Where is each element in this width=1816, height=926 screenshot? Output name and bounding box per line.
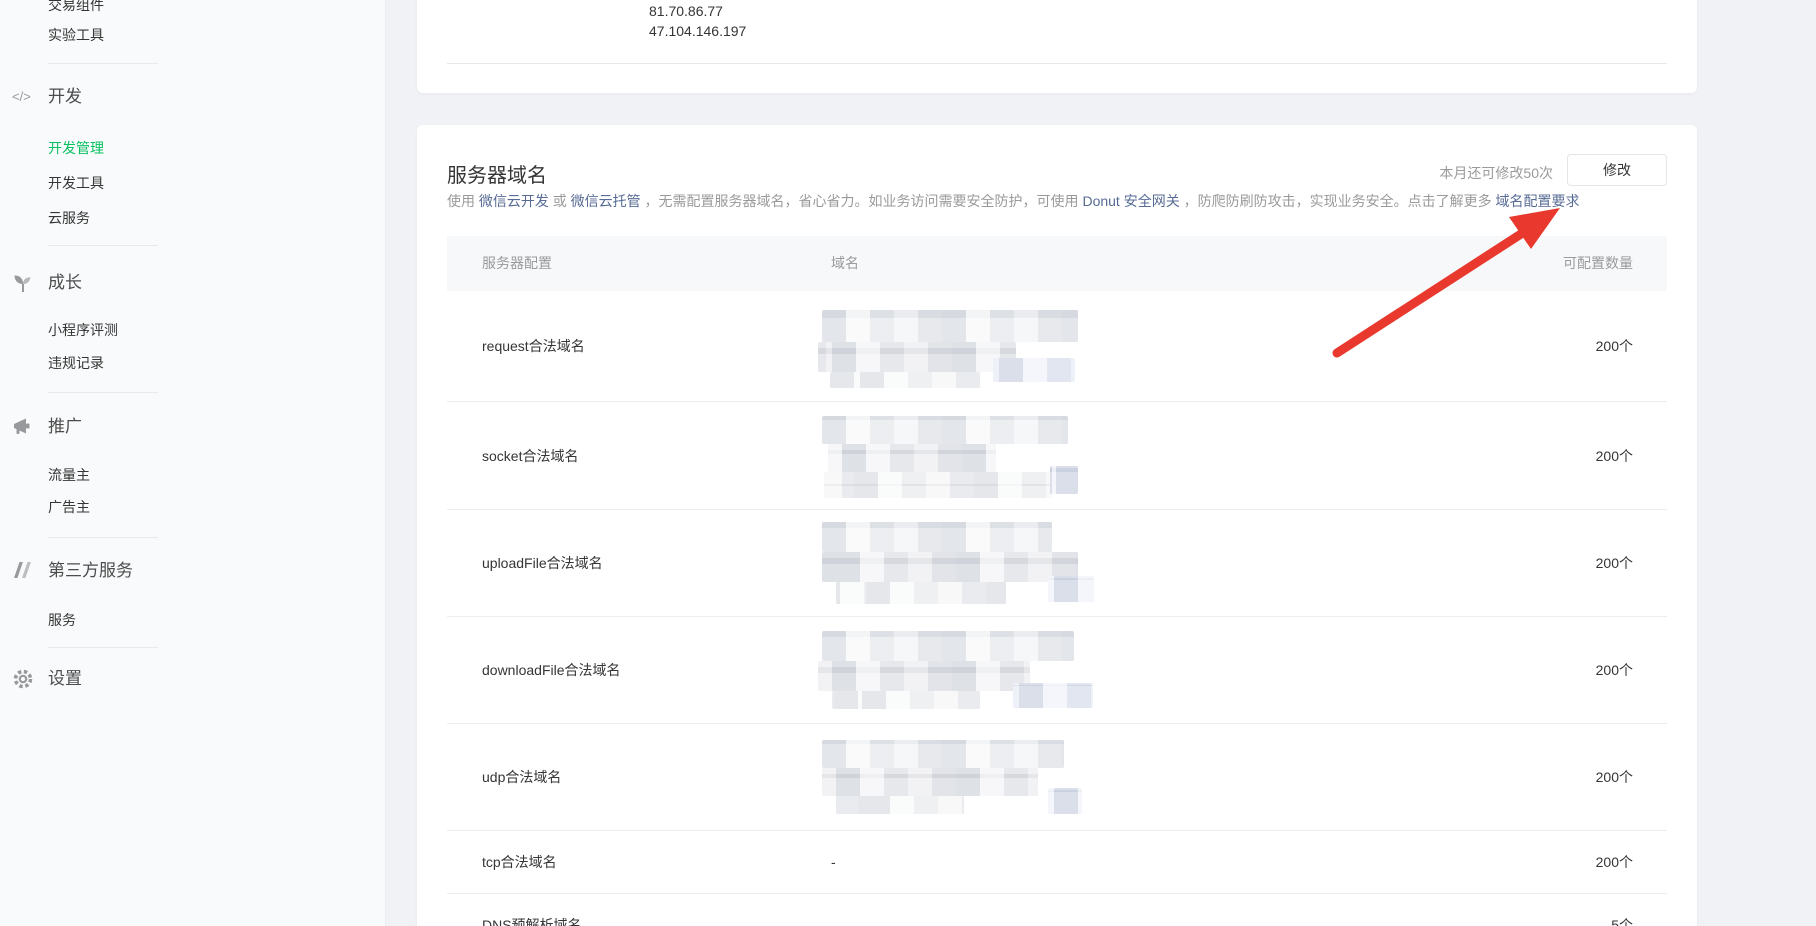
sidebar-section-third-party[interactable]: 第三方服务 <box>48 559 133 583</box>
mosaic-band <box>822 768 1038 796</box>
desc-text: ，无需配置服务器域名，省心省力。如业务访问需要安全防护，可使用 <box>641 193 1083 209</box>
redacted-domain-mosaic <box>822 402 1122 509</box>
sidebar-item-dev-management[interactable]: 开发管理 <box>48 138 104 158</box>
row-config-label: socket合法域名 <box>482 446 578 466</box>
sidebar-section-develop[interactable]: </>开发 <box>48 85 82 109</box>
mosaic-band <box>818 661 1030 691</box>
sidebar-section-settings[interactable]: 设置 <box>48 667 82 691</box>
sidebar-item-advertiser[interactable]: 广告主 <box>48 497 90 517</box>
ip-address: 47.104.146.197 <box>649 21 746 41</box>
mosaic-band <box>822 310 1078 342</box>
redacted-domain-mosaic <box>822 291 1122 401</box>
desc-text: 使用 <box>447 193 479 209</box>
sidebar-section-growth[interactable]: 成长 <box>48 271 82 295</box>
ip-list: 81.70.86.77 47.104.146.197 <box>649 1 746 41</box>
row-count: 200个 <box>1596 553 1633 573</box>
row-count: 200个 <box>1596 852 1633 872</box>
mosaic-band <box>836 796 964 814</box>
link-domain-config-requirements[interactable]: 域名配置要求 <box>1495 193 1579 209</box>
row-config-label: DNS预解析域名 <box>482 915 582 926</box>
table-row: tcp合法域名 200个 - <box>447 831 1667 894</box>
table-row: uploadFile合法域名 200个 <box>447 510 1667 617</box>
sidebar-item-violation-records[interactable]: 违规记录 <box>48 353 104 373</box>
row-count: 200个 <box>1596 767 1633 787</box>
page-title: 服务器域名 <box>447 159 547 188</box>
mosaic-band <box>822 552 1078 582</box>
row-config-label: uploadFile合法域名 <box>482 553 603 573</box>
desc-text: 或 <box>549 193 571 209</box>
mosaic-blue-tile <box>1048 788 1082 814</box>
sidebar-divider <box>48 537 158 538</box>
redacted-domain-mosaic <box>822 617 1122 723</box>
table-body: request合法域名 200个 socket合法域名 200个 uploadF… <box>447 291 1667 926</box>
redacted-domain-mosaic <box>822 510 1122 616</box>
row-count: 200个 <box>1596 446 1633 466</box>
mosaic-band <box>822 631 1074 661</box>
page: 交易组件实验工具 </>开发开发管理开发工具云服务成长小程序评测违规记录推广流量主… <box>0 0 1816 926</box>
table-row: udp合法域名 200个 <box>447 724 1667 831</box>
mosaic-blue-tile <box>993 358 1075 382</box>
mosaic-band <box>824 472 1052 498</box>
mosaic-blue-tile <box>1050 466 1078 494</box>
desc-text: ，防爬防刷防攻击，实现业务安全。点击了解更多 <box>1180 193 1496 209</box>
mosaic-band <box>822 416 1068 444</box>
link-donut-gateway[interactable]: Donut 安全网关 <box>1082 193 1179 209</box>
table-row: DNS预解析域名 5个 <box>447 894 1667 926</box>
mosaic-band <box>836 582 1006 604</box>
sidebar-item-services[interactable]: 服务 <box>48 610 76 630</box>
mosaic-band <box>832 691 980 709</box>
sidebar-item-cloud-services[interactable]: 云服务 <box>48 208 90 228</box>
sidebar-item-experiment-tools[interactable]: 实验工具 <box>48 25 104 45</box>
mosaic-band <box>818 342 1016 372</box>
code-icon: </> <box>12 86 36 108</box>
ip-address: 81.70.86.77 <box>649 1 746 21</box>
modify-button[interactable]: 修改 <box>1567 154 1667 186</box>
table-row: request合法域名 200个 <box>447 291 1667 402</box>
gear-icon <box>12 668 36 690</box>
row-config-label: request合法域名 <box>482 336 585 356</box>
header-domain: 域名 <box>831 236 859 291</box>
mosaic-blue-tile <box>1013 683 1093 708</box>
header-server-config: 服务器配置 <box>482 236 552 291</box>
sidebar-section-promotion[interactable]: 推广 <box>48 415 82 439</box>
sidebar-item-dev-tools[interactable]: 开发工具 <box>48 173 104 193</box>
domain-description: 使用 微信云开发 或 微信云托管 ，无需配置服务器域名，省心省力。如业务访问需要… <box>447 191 1579 211</box>
mosaic-band <box>830 372 980 388</box>
modify-quota-note: 本月还可修改50次 <box>1439 163 1553 183</box>
server-domain-card: 服务器域名 本月还可修改50次 修改 使用 微信云开发 或 微信云托管 ，无需配… <box>417 125 1697 926</box>
row-count: 200个 <box>1596 336 1633 356</box>
table-row: downloadFile合法域名 200个 <box>447 617 1667 724</box>
mosaic-band <box>828 444 996 472</box>
row-config-label: tcp合法域名 <box>482 852 557 872</box>
row-count: 200个 <box>1596 660 1633 680</box>
megaphone-icon <box>12 416 36 438</box>
sidebar-item-trade-components[interactable]: 交易组件 <box>48 0 104 15</box>
mosaic-blue-tile <box>1048 576 1094 602</box>
sidebar-divider <box>48 647 158 648</box>
table-header: 服务器配置 域名 可配置数量 <box>447 236 1667 291</box>
row-config-label: udp合法域名 <box>482 767 561 787</box>
mosaic-band <box>822 740 1064 768</box>
third-party-icon <box>12 560 36 582</box>
row-count: 5个 <box>1611 915 1633 926</box>
redacted-domain-mosaic <box>822 724 1122 830</box>
sprout-icon <box>12 272 36 294</box>
table-row: socket合法域名 200个 <box>447 402 1667 510</box>
row-config-label: downloadFile合法域名 <box>482 660 621 680</box>
previous-section-card: 81.70.86.77 47.104.146.197 <box>417 0 1697 93</box>
row-domain-value: - <box>831 854 836 870</box>
link-wechat-cloud-hosting[interactable]: 微信云托管 <box>571 193 641 209</box>
sidebar: 交易组件实验工具 </>开发开发管理开发工具云服务成长小程序评测违规记录推广流量主… <box>0 0 386 926</box>
sidebar-item-traffic-owner[interactable]: 流量主 <box>48 465 90 485</box>
divider <box>447 63 1667 64</box>
sidebar-divider <box>48 63 158 64</box>
mosaic-band <box>822 522 1052 552</box>
link-wechat-cloud-dev[interactable]: 微信云开发 <box>479 193 549 209</box>
sidebar-divider <box>48 392 158 393</box>
sidebar-divider <box>48 245 158 246</box>
header-configurable-count: 可配置数量 <box>1563 236 1633 291</box>
sidebar-item-miniprogram-evaluation[interactable]: 小程序评测 <box>48 320 118 340</box>
